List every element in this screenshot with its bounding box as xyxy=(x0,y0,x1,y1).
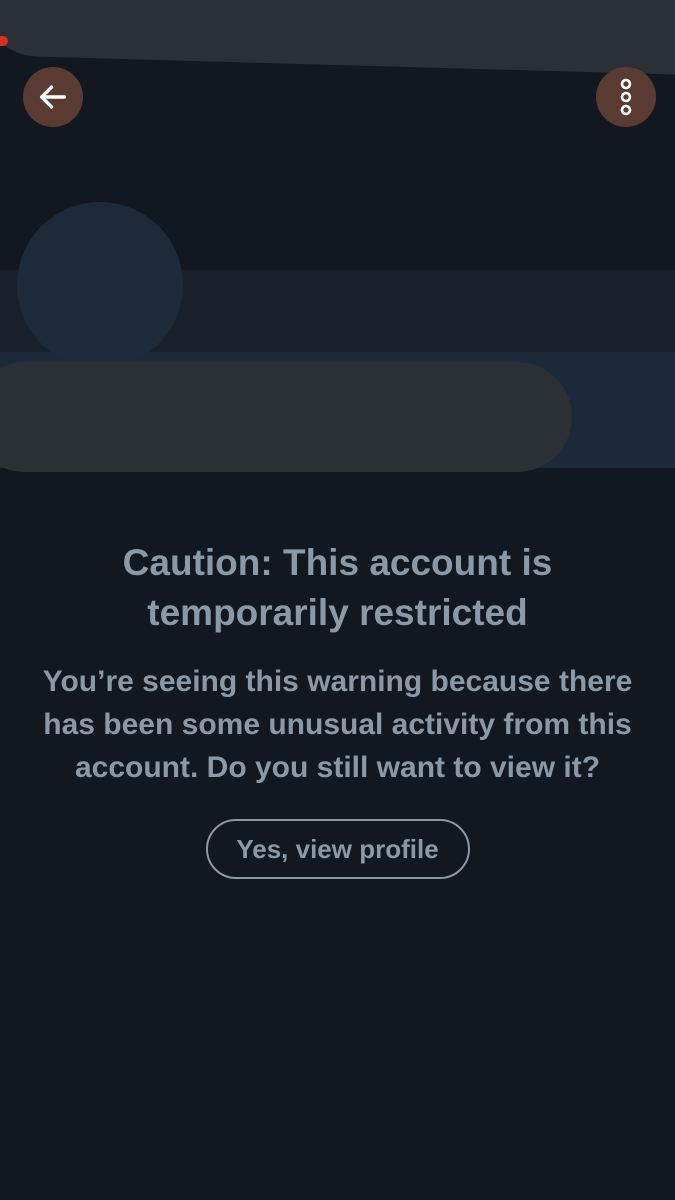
profile-name-redaction xyxy=(0,362,572,472)
more-vertical-icon xyxy=(620,78,632,116)
restricted-account-warning: Caution: This account is temporarily res… xyxy=(0,538,675,879)
back-button[interactable] xyxy=(23,67,83,127)
warning-message: You’re seeing this warning because there… xyxy=(42,665,633,784)
view-profile-button[interactable]: Yes, view profile xyxy=(205,819,470,879)
avatar xyxy=(17,202,183,368)
more-options-button[interactable] xyxy=(596,67,656,127)
arrow-left-icon xyxy=(39,85,67,109)
profile-screen: Caution: This account is temporarily res… xyxy=(0,0,675,1200)
warning-title: Caution: This account is temporarily res… xyxy=(122,542,553,633)
top-redaction xyxy=(0,0,675,76)
